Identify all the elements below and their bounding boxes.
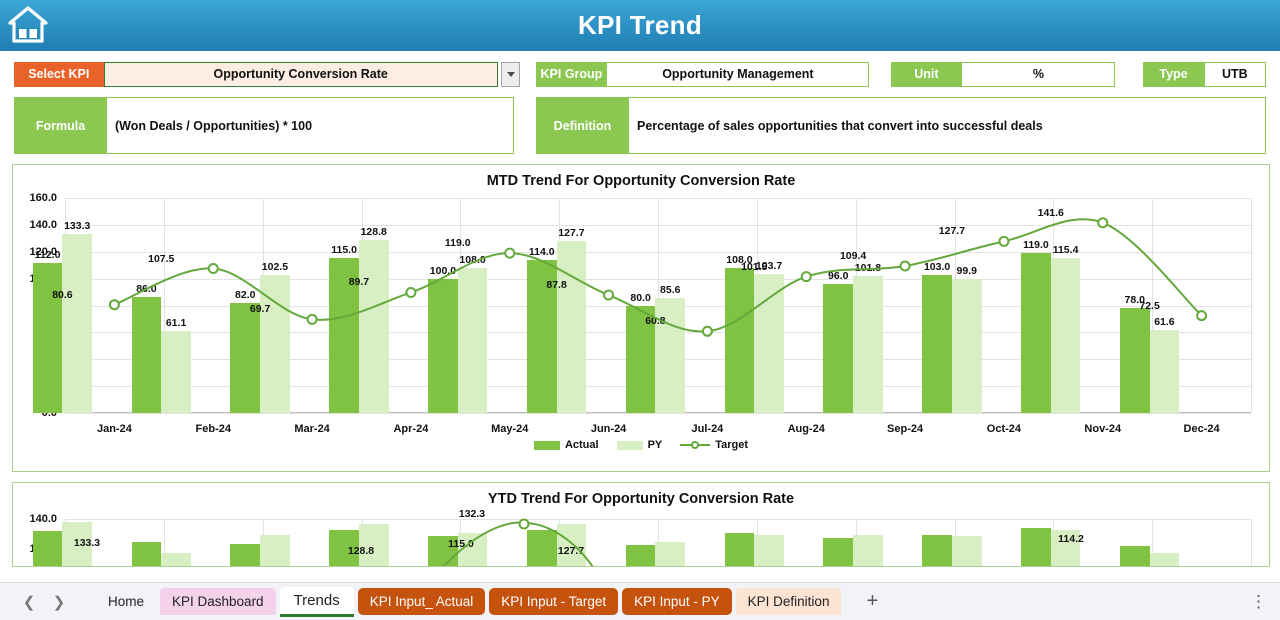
mtd-x-tick: Feb-24 [195, 423, 231, 435]
sheet-tab-kpi-input-py[interactable]: KPI Input - PY [622, 588, 732, 615]
legend-item-py[interactable]: PY [616, 439, 663, 451]
ytd-plot-area: 140.0120.0 133.3128.8132.3115.0127.7114.… [13, 507, 1269, 566]
legend-label-actual: Actual [564, 439, 599, 451]
definition-card: Definition Percentage of sales opportuni… [536, 97, 1266, 154]
legend-item-actual[interactable]: Actual [533, 439, 599, 451]
sheet-tab-kpi-input-target[interactable]: KPI Input - Target [489, 588, 619, 615]
mtd-x-tick: Jul-24 [691, 423, 724, 435]
formula-value: (Won Deals / Opportunities) * 100 [107, 97, 514, 154]
select-kpi-label: Select KPI [14, 61, 104, 87]
mtd-plot-area: 0.020.040.060.080.0100.0120.0140.0160.0 … [13, 192, 1269, 419]
app-title-bar: KPI Trend [0, 0, 1280, 51]
home-icon[interactable] [6, 4, 50, 46]
formula-label: Formula [14, 97, 107, 154]
unit-label: Unit [891, 61, 962, 87]
legend-swatch-target [680, 440, 711, 450]
formula-card: Formula (Won Deals / Opportunities) * 10… [14, 97, 514, 154]
mtd-x-tick: May-24 [491, 423, 529, 435]
sheet-tab-trends[interactable]: Trends [279, 586, 354, 617]
add-sheet-button[interactable]: + [855, 588, 889, 615]
mtd-x-tick: Oct-24 [986, 423, 1022, 435]
mtd-chart-title: MTD Trend For Opportunity Conversion Rat… [486, 173, 796, 189]
definition-value: Percentage of sales opportunities that c… [629, 97, 1266, 154]
mtd-x-tick: Apr-24 [393, 423, 429, 435]
legend-label-target: Target [715, 439, 749, 451]
type-value: UTB [1203, 61, 1267, 87]
mtd-chart-panel[interactable]: MTD Trend For Opportunity Conversion Rat… [12, 164, 1270, 472]
legend-label-py: PY [647, 439, 663, 451]
select-kpi-dropdown-button[interactable] [500, 61, 521, 87]
mtd-target-line [108, 217, 1208, 337]
sheet-tab-kpi-definition[interactable]: KPI Definition [735, 588, 842, 615]
unit-value: % [961, 61, 1116, 87]
mtd-x-tick: Nov-24 [1084, 423, 1122, 435]
kpi-group-value: Opportunity Management [606, 61, 870, 87]
legend-swatch-py [616, 440, 643, 450]
sheet-tab-kpi-dashboard[interactable]: KPI Dashboard [160, 588, 276, 615]
sheet-tabs: Home KPI Dashboard Trends KPI Input_ Actual… [96, 586, 842, 617]
page-title: KPI Trend [577, 10, 703, 40]
kpi-group-label: KPI Group [536, 61, 607, 87]
kebab-menu-icon[interactable]: ⋮ [1250, 592, 1268, 612]
mtd-x-tick: Mar-24 [294, 423, 330, 435]
chevron-down-icon [506, 71, 515, 77]
sheet-tab-bar: ❮ ❯ Home KPI Dashboard Trends KPI Input_ Ac… [0, 582, 1280, 620]
sheet-tab-home[interactable]: Home [96, 588, 156, 615]
ytd-chart-title: YTD Trend For Opportunity Conversion Rat… [487, 491, 795, 507]
sheet-tab-kpi-input-actual[interactable]: KPI Input_ Actual [357, 588, 486, 615]
mtd-x-tick: Aug-24 [787, 423, 825, 435]
kpi-selector-row: Select KPI Opportunity Conversion Rate K… [14, 60, 1267, 88]
legend-item-target[interactable]: Target [680, 439, 748, 451]
mtd-x-tick: Sep-24 [887, 423, 924, 435]
gridline [65, 413, 1251, 414]
type-label: Type [1143, 61, 1204, 87]
ytd-target-line [442, 518, 594, 566]
ytd-chart-panel[interactable]: YTD Trend For Opportunity Conversion Rat… [12, 482, 1270, 567]
chevron-right-icon[interactable]: ❯ [46, 589, 72, 615]
mtd-legend: Actual PY Target [13, 439, 1269, 451]
mtd-x-tick: Dec-24 [1183, 423, 1220, 435]
kpi-meta-row: Formula (Won Deals / Opportunities) * 10… [14, 97, 1266, 154]
mtd-x-tick: Jan-24 [96, 423, 132, 435]
sheet-nav-arrows: ❮ ❯ [16, 589, 72, 615]
mtd-x-tick: Jun-24 [590, 423, 627, 435]
definition-label: Definition [536, 97, 629, 154]
legend-swatch-actual [533, 440, 560, 450]
chevron-left-icon[interactable]: ❮ [16, 589, 42, 615]
select-kpi-input[interactable]: Opportunity Conversion Rate [103, 61, 498, 87]
